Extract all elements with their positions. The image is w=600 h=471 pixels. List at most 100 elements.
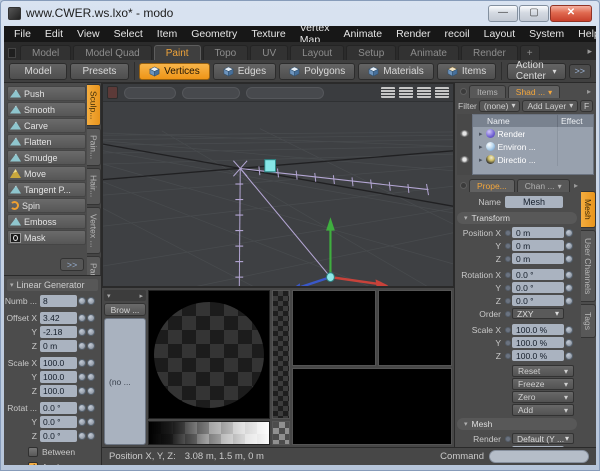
mini-slider-knob[interactable]	[78, 418, 86, 426]
maximize-button[interactable]: ▢	[519, 5, 549, 22]
vtab-hair[interactable]: Hair...	[87, 168, 101, 204]
viewport-scene[interactable]	[103, 102, 453, 286]
eye-toggle[interactable]	[87, 432, 95, 440]
channel-dot[interactable]	[505, 243, 511, 249]
eye-toggle[interactable]	[565, 284, 573, 292]
mini-slider-knob[interactable]	[78, 328, 86, 336]
tool-spin[interactable]: Spin	[7, 198, 86, 213]
tab-model-quad[interactable]: Model Quad	[73, 45, 151, 60]
brush-gradient-strip[interactable]	[148, 421, 270, 445]
tool-flatten[interactable]: Flatten	[7, 134, 86, 149]
action-center-button[interactable]: Action Center ▾	[507, 63, 566, 80]
eye-toggle[interactable]	[87, 342, 95, 350]
menu-item[interactable]: Item	[150, 28, 184, 40]
viewport-dropdown-2[interactable]	[182, 87, 240, 99]
vtab-vertex[interactable]: Vertex ...	[87, 207, 101, 255]
toolbar-overflow-button[interactable]: >>	[569, 64, 592, 79]
channel-dot[interactable]	[505, 285, 511, 291]
stab-tags[interactable]: Tags	[581, 304, 596, 338]
mini-slider-knob[interactable]	[78, 432, 86, 440]
alpha-strip[interactable]	[272, 290, 290, 419]
lg-number-field[interactable]: 8	[40, 295, 77, 307]
rotation-x-field[interactable]: 0.0 °	[512, 269, 564, 280]
viewport-dropdown-1[interactable]	[124, 87, 176, 99]
rotation-z-field[interactable]: 0.0 °	[512, 295, 564, 306]
eye-toggle[interactable]	[565, 326, 573, 334]
eye-icon[interactable]	[460, 156, 469, 163]
angle-checkbox[interactable]: ✓	[28, 462, 38, 466]
channel-dot[interactable]	[505, 298, 511, 304]
eye-toggle[interactable]	[565, 297, 573, 305]
tab-properties[interactable]: Prope...	[469, 179, 515, 192]
tool-emboss[interactable]: Emboss	[7, 214, 86, 229]
lg-offset-x-field[interactable]: 3.42	[40, 312, 77, 324]
vtab-paint[interactable]: Pain...	[87, 128, 101, 166]
channel-dot[interactable]	[505, 340, 511, 346]
lg-scale-z-field[interactable]: 100.0	[40, 385, 77, 397]
lg-offset-z-field[interactable]: 0 m	[40, 340, 77, 352]
mini-slider-knob[interactable]	[78, 297, 86, 305]
menu-file[interactable]: File	[7, 28, 38, 40]
viewport-dropdown-3[interactable]	[246, 87, 324, 99]
viewport-menu-icon[interactable]	[399, 87, 413, 98]
twirl-icon[interactable]: ▸	[479, 156, 483, 164]
viewport-menu-icon[interactable]	[417, 87, 431, 98]
position-z-field[interactable]: 0 m	[512, 253, 564, 264]
stab-mesh[interactable]: Mesh	[581, 191, 596, 228]
tab-layout[interactable]: Layout	[290, 45, 344, 60]
menu-recoil[interactable]: recoil	[438, 28, 477, 40]
preview-cell-1[interactable]	[292, 290, 376, 366]
mode-materials-button[interactable]: Materials	[358, 63, 434, 80]
tool-mask[interactable]: Mask	[7, 230, 86, 245]
lg-rotate-y-field[interactable]: 0.0 °	[40, 416, 77, 428]
preview-cell-3[interactable]	[292, 368, 452, 445]
freeze-button[interactable]: Freeze▾	[512, 378, 574, 390]
tree-row-directional-light[interactable]: ▸Directio ...	[473, 153, 593, 166]
eye-toggle[interactable]	[87, 359, 95, 367]
panel-dot-icon[interactable]	[460, 182, 467, 189]
title-bar[interactable]: www.CWER.ws.lxo* - modo — ▢ ✕	[1, 1, 599, 25]
mini-slider-knob[interactable]	[78, 359, 86, 367]
mode-items-button[interactable]: Items	[437, 63, 496, 80]
eye-toggle[interactable]	[87, 314, 95, 322]
tree-row-render[interactable]: ▸Render	[473, 127, 593, 140]
eye-toggle[interactable]	[87, 387, 95, 395]
reset-button[interactable]: Reset▾	[512, 365, 574, 377]
mini-slider-knob[interactable]	[78, 342, 86, 350]
stab-user-channels[interactable]: User Channels	[581, 230, 596, 302]
channel-dot[interactable]	[505, 436, 511, 442]
rotation-y-field[interactable]: 0.0 °	[512, 282, 564, 293]
panel-scroll-right-icon[interactable]: ▸	[587, 87, 591, 96]
presets-button[interactable]: Presets	[70, 63, 128, 80]
browse-button[interactable]: Brow ...	[104, 303, 146, 316]
mesh-section-header[interactable]: ▾ Mesh	[457, 418, 577, 430]
eye-toggle[interactable]	[87, 328, 95, 336]
menu-geometry[interactable]: Geometry	[184, 28, 244, 40]
channel-dot[interactable]	[505, 230, 511, 236]
tab-paint[interactable]: Paint	[154, 45, 201, 60]
filter-dropdown[interactable]: (none) ▾	[479, 100, 521, 112]
eye-toggle[interactable]	[565, 271, 573, 279]
channel-dot[interactable]	[505, 256, 511, 262]
eye-toggle[interactable]	[87, 418, 95, 426]
eye-toggle[interactable]	[87, 297, 95, 305]
3d-viewport[interactable]	[102, 83, 454, 287]
tab-channels[interactable]: Chan ... ▾	[517, 179, 570, 192]
scale-z-field[interactable]: 100.0 %	[512, 350, 564, 361]
tool-smudge[interactable]: Smudge	[7, 150, 86, 165]
tool-tangent-pinch[interactable]: Tangent P...	[7, 182, 86, 197]
tool-push[interactable]: Push	[7, 86, 86, 101]
tab-setup[interactable]: Setup	[346, 45, 396, 60]
tab-shader[interactable]: Shad ... ▾	[508, 85, 560, 98]
transform-section-header[interactable]: ▾ Transform	[457, 212, 577, 224]
tool-carve[interactable]: Carve	[7, 118, 86, 133]
render-dropdown[interactable]: Default (Y ...▾	[512, 433, 574, 444]
close-button[interactable]: ✕	[550, 5, 592, 22]
between-checkbox[interactable]	[28, 447, 38, 457]
viewport-menu-icon[interactable]	[435, 87, 449, 98]
filter-f-button[interactable]: F	[580, 100, 593, 112]
tab-model[interactable]: Model	[20, 45, 71, 60]
tab-scroll-right-icon[interactable]: ▸	[587, 46, 592, 60]
lg-offset-y-field[interactable]: -2.18	[40, 326, 77, 338]
menu-render[interactable]: Render	[389, 28, 437, 40]
